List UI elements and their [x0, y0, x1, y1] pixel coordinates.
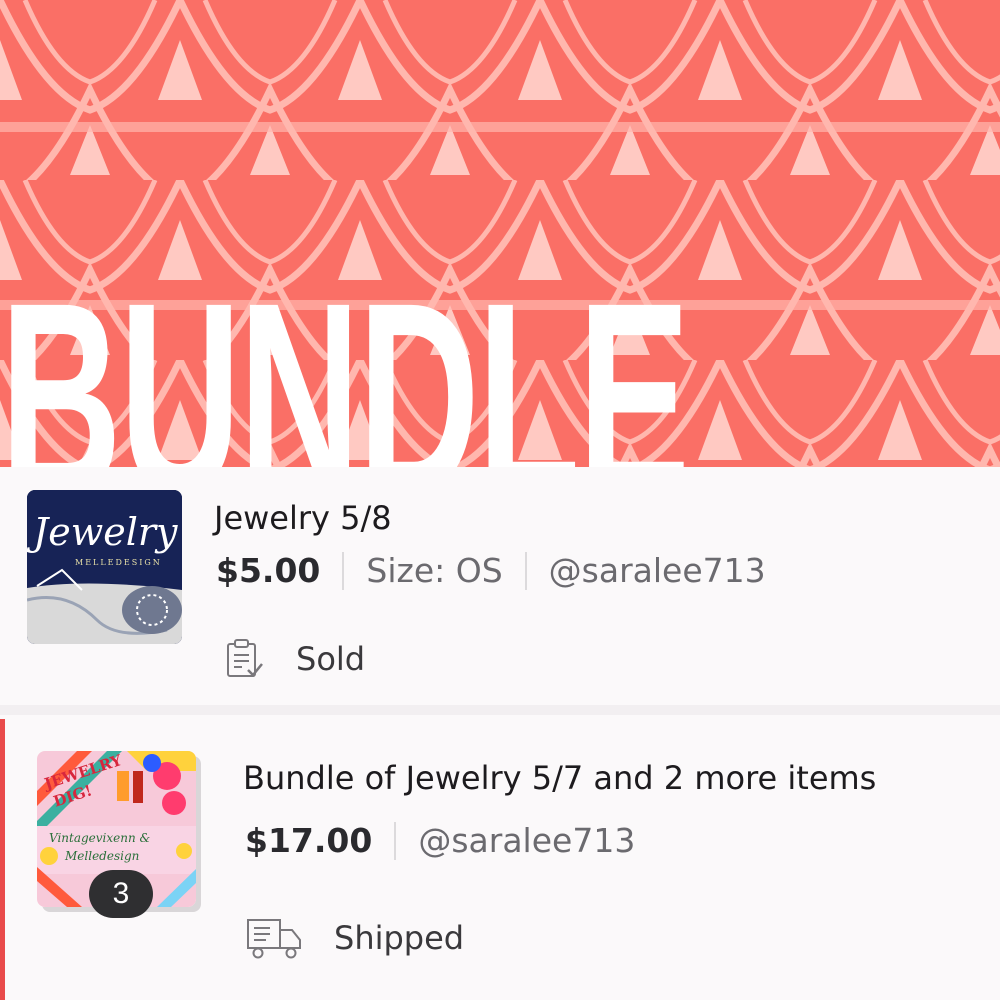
meta-divider [342, 551, 345, 590]
order-status: Shipped [246, 916, 464, 960]
listing-price: $5.00 [216, 551, 321, 590]
row-accent-bar [0, 719, 5, 1000]
bundle-banner: BUNDLE [0, 0, 1000, 467]
listing-thumbnail[interactable]: Jewelry MELLEDESIGN [27, 490, 182, 644]
seller-handle[interactable]: @saralee713 [549, 551, 766, 590]
delivery-truck-icon [247, 919, 301, 959]
listing-title[interactable]: Bundle of Jewelry 5/7 and 2 more items [243, 759, 876, 797]
thumbnail-subtitle: MELLEDESIGN [75, 558, 162, 567]
status-label: Sold [296, 640, 366, 678]
thumbnail-credit: Vintagevixenn & [49, 831, 151, 845]
listing-title[interactable]: Jewelry 5/8 [214, 499, 392, 537]
list-divider [0, 705, 1000, 715]
listing-meta: $17.00 @saralee713 [245, 821, 635, 860]
item-count-badge: 3 [89, 870, 153, 918]
clipboard-check-icon [227, 639, 263, 677]
thumbnail-credit: Melledesign [65, 849, 140, 863]
listing-list: Jewelry MELLEDESIGN Jewelry 5/8 $5.00 Si… [0, 467, 1000, 1000]
status-label: Shipped [334, 919, 465, 957]
listing-meta: $5.00 Size: OS @saralee713 [216, 551, 766, 590]
listing-price: $17.00 [245, 821, 373, 860]
listing-size: Size: OS [366, 551, 503, 590]
seller-handle[interactable]: @saralee713 [418, 821, 635, 860]
order-status: Sold [224, 638, 365, 680]
meta-divider [394, 821, 397, 860]
banner-title: BUNDLE [0, 246, 690, 467]
thumbnail-title: Jewelry [33, 510, 178, 554]
meta-divider [524, 551, 527, 590]
